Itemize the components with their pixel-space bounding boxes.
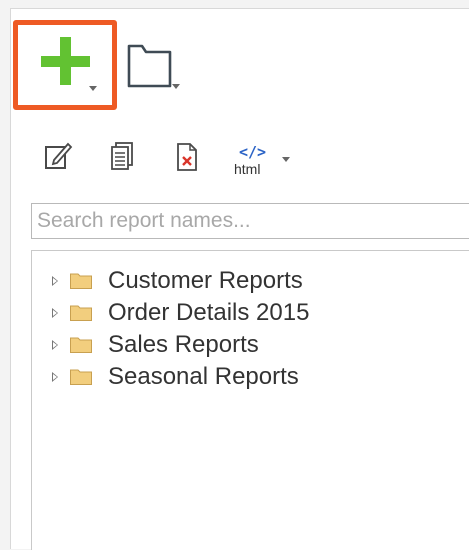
code-glyph: </> (239, 143, 267, 161)
search-input[interactable] (31, 203, 469, 239)
html-export-icon: </> html (232, 140, 272, 180)
tree-item-seasonal-reports[interactable]: Seasonal Reports (32, 362, 452, 392)
chevron-down-icon (282, 157, 290, 162)
folder-icon (70, 305, 92, 321)
copy-icon (111, 142, 133, 170)
folder-icon (70, 273, 92, 289)
delete-icon (177, 143, 197, 171)
folder-icon (70, 369, 92, 385)
report-tree: Customer Reports Order Details 2015 Sale… (31, 250, 469, 550)
chevron-down-icon (89, 86, 97, 91)
expand-arrow-icon[interactable] (52, 276, 58, 286)
delete-button[interactable] (175, 140, 203, 180)
tree-item-customer-reports[interactable]: Customer Reports (32, 266, 452, 296)
edit-button[interactable] (44, 140, 74, 180)
copy-button[interactable] (110, 140, 140, 180)
folder-icon (70, 337, 92, 353)
tree-item-sales-reports[interactable]: Sales Reports (32, 330, 452, 360)
tree-item-label: Seasonal Reports (108, 363, 299, 390)
chevron-down-icon (172, 84, 180, 89)
html-export-button[interactable]: </> html (232, 140, 294, 180)
add-report-button[interactable] (13, 20, 117, 110)
expand-arrow-icon[interactable] (52, 340, 58, 350)
new-folder-button[interactable] (126, 38, 188, 94)
tree-item-label: Sales Reports (108, 331, 259, 358)
tree-item-label: Order Details 2015 (108, 299, 310, 326)
expand-arrow-icon[interactable] (52, 372, 58, 382)
tree-item-order-details-2015[interactable]: Order Details 2015 (32, 298, 452, 328)
tree-item-label: Customer Reports (108, 267, 303, 294)
expand-arrow-icon[interactable] (52, 308, 58, 318)
edit-icon (45, 142, 73, 169)
html-label: html (234, 161, 261, 177)
